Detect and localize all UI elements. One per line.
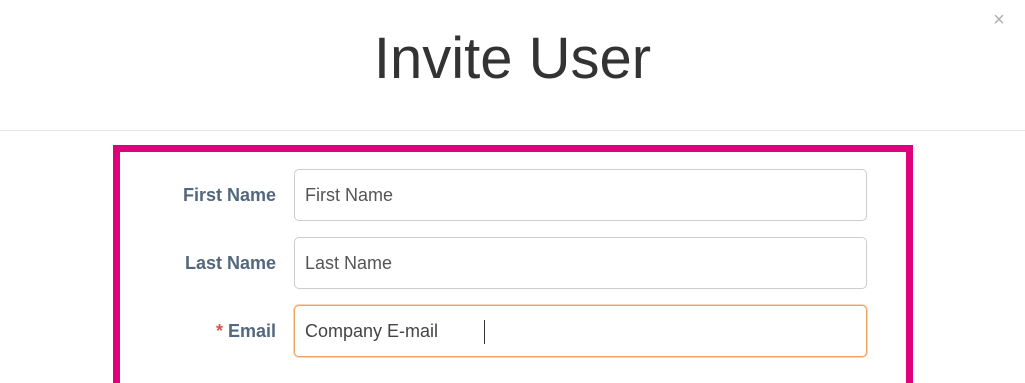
last-name-label: Last Name [185, 237, 276, 289]
first-name-row: First Name [120, 169, 906, 221]
first-name-input[interactable] [294, 169, 867, 221]
form-highlight-frame: First Name Last Name * Email [113, 145, 913, 383]
close-icon[interactable]: × [993, 10, 1005, 30]
last-name-label-text: Last Name [184, 252, 276, 273]
email-row: * Email [120, 305, 906, 357]
email-label-text: Email [227, 320, 276, 341]
modal-title: Invite User [373, 26, 652, 91]
last-name-input[interactable] [294, 237, 867, 289]
required-mark: * [215, 320, 223, 341]
first-name-label-text: First Name [182, 184, 276, 205]
email-input[interactable] [294, 305, 867, 357]
last-name-row: Last Name [120, 237, 906, 289]
modal-header: Invite User × [0, 0, 1025, 131]
text-cursor [484, 320, 485, 344]
close-button[interactable]: × [987, 8, 1011, 32]
first-name-label: First Name [183, 169, 276, 221]
email-label: * Email [216, 305, 276, 357]
